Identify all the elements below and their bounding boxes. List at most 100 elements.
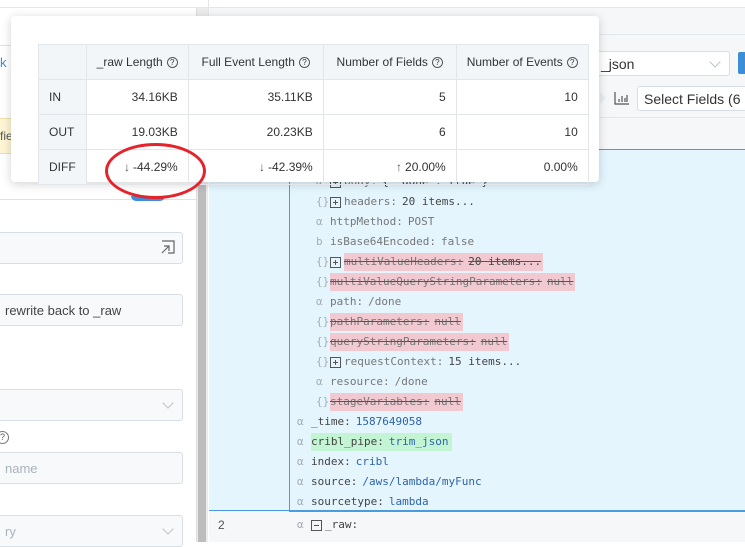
event-field-row[interactable]: {} multiValueQueryStringParameters: null [316,273,576,291]
field-content: isBase64Encoded: false [330,233,474,251]
object-type-icon: {} [316,275,330,288]
chevron-down-icon [162,523,174,535]
event-field-row[interactable]: α httpMethod: POST [316,213,434,231]
field-key: path: [330,295,364,308]
event-field-row[interactable]: {} requestContext: 15 items... [316,353,521,371]
field-content: stageVariables: null [330,393,463,411]
object-type-icon: {} [316,395,330,408]
event-field-row[interactable]: α cribl_pipe: trim_json [297,433,453,451]
stats-header-row: _raw Length? Full Event Length? Number o… [38,44,589,80]
field-content: headers: 20 items... [344,193,475,211]
event-field-row[interactable]: {} stageVariables: null [316,393,463,411]
field-value: null [434,315,461,328]
event-field-row[interactable]: α index: cribl [297,453,389,471]
help-icon[interactable]: ? [431,57,443,68]
event-1-border [289,150,290,511]
help-icon[interactable]: ? [0,431,9,444]
field-key: httpMethod: [330,215,403,228]
field-value: 1587649058 [355,415,422,428]
stats-cell: 20.23KB [187,114,324,150]
help-icon[interactable]: ? [298,57,310,68]
row-label: OUT [38,114,87,150]
field-value: null [434,395,461,408]
select-fields-label: Select Fields (6 [644,91,741,107]
expand-icon[interactable] [160,239,176,255]
expand-icon[interactable] [330,356,341,368]
name-field[interactable]: name [0,452,183,484]
stats-cell: 35.11KB [187,79,324,115]
event-2-raw-row[interactable]: α _raw: [297,516,358,534]
event-field-row[interactable]: b isBase64Encoded: false [316,233,474,251]
cell-value: -42.39% [268,160,313,174]
pipeline-select[interactable]: _json [596,51,730,76]
event-field-row[interactable]: {} queryStringParameters: null [316,333,510,351]
object-type-icon: {} [316,355,330,368]
column-header: Number of Events? [455,44,589,80]
event-field-row[interactable]: α resource: /done [316,373,428,391]
string-type-icon: α [297,455,304,468]
field-content: queryStringParameters: null [330,333,510,351]
description-field[interactable]: rewrite back to _raw [0,294,183,326]
select-field-2[interactable]: ry [0,515,183,547]
row-label: DIFF [38,149,87,185]
stats-cell: 0.00% [455,149,589,185]
event-2[interactable] [209,512,745,542]
run-button[interactable] [738,52,745,74]
cell-value: -44.29% [133,160,178,174]
field-key: queryStringParameters: [330,335,476,348]
event-field-row[interactable]: {} multiValueHeaders: 20 items... [316,253,544,271]
event-field-row[interactable]: {} headers: 20 items... [316,193,475,211]
field-value: 20 items... [401,195,475,208]
collapse-icon[interactable] [311,519,322,531]
stats-table: _raw Length? Full Event Length? Number o… [38,44,589,185]
cell-value: 35.11KB [267,90,313,104]
stats-cell: 19.03KB [85,114,189,150]
cell-value: 19.03KB [131,125,178,139]
stats-cell: ↓ -42.39% [187,149,324,185]
object-type-icon: {} [316,335,330,348]
field-key: isBase64Encoded: [330,235,436,248]
cell-value: 5 [439,90,446,104]
event-field-row[interactable]: α path: /done [316,293,401,311]
select-field-1[interactable] [0,389,183,421]
field-value: /aws/lambda/myFunc [362,475,482,488]
string-type-icon: α [316,375,323,388]
stats-cell: 10 [455,79,589,115]
expression-field[interactable] [0,232,183,264]
field-key: _time: [311,415,351,428]
help-icon[interactable]: ? [566,57,578,68]
bar-chart-icon[interactable] [614,90,630,106]
expand-icon[interactable] [330,196,341,208]
left-link[interactable]: k [0,55,7,70]
event-field-row[interactable]: {} pathParameters: null [316,313,463,331]
field-content: pathParameters: null [330,313,463,331]
scrollbar-thumb[interactable] [198,184,206,542]
event-field-row[interactable]: α source: /aws/lambda/myFunc [297,473,482,491]
field-value: lambda [388,495,429,508]
select-fields-button[interactable]: Select Fields (6 [637,86,745,111]
cell-value: 20.00% [405,160,446,174]
expand-icon[interactable] [330,256,341,268]
arrow-down-icon: ↓ [259,160,266,174]
row-label: IN [38,79,87,115]
cell-value: 6 [439,125,446,139]
select-placeholder: ry [5,524,16,539]
stats-cell: 34.16KB [85,79,189,115]
field-value: 20 items... [468,255,542,268]
field-key: sourcetype: [311,495,384,508]
field-content: sourcetype: lambda [311,493,429,511]
chevron-down-icon [709,56,721,68]
blue-indicator [131,196,165,201]
field-content: resource: /done [330,373,428,391]
field-content: index: cribl [311,453,389,471]
event-field-row[interactable]: α _time: 1587649058 [297,413,422,431]
column-header: _raw Length? [85,44,189,80]
string-type-icon: α [297,518,304,531]
event-field-row[interactable]: α sourcetype: lambda [297,493,429,511]
field-value: /done [368,295,402,308]
object-type-icon: {} [316,315,330,328]
field-key: requestContext: [344,355,444,368]
help-icon[interactable]: ? [166,57,178,68]
stats-cell: 6 [322,114,457,150]
stats-cell: 10 [455,114,589,150]
